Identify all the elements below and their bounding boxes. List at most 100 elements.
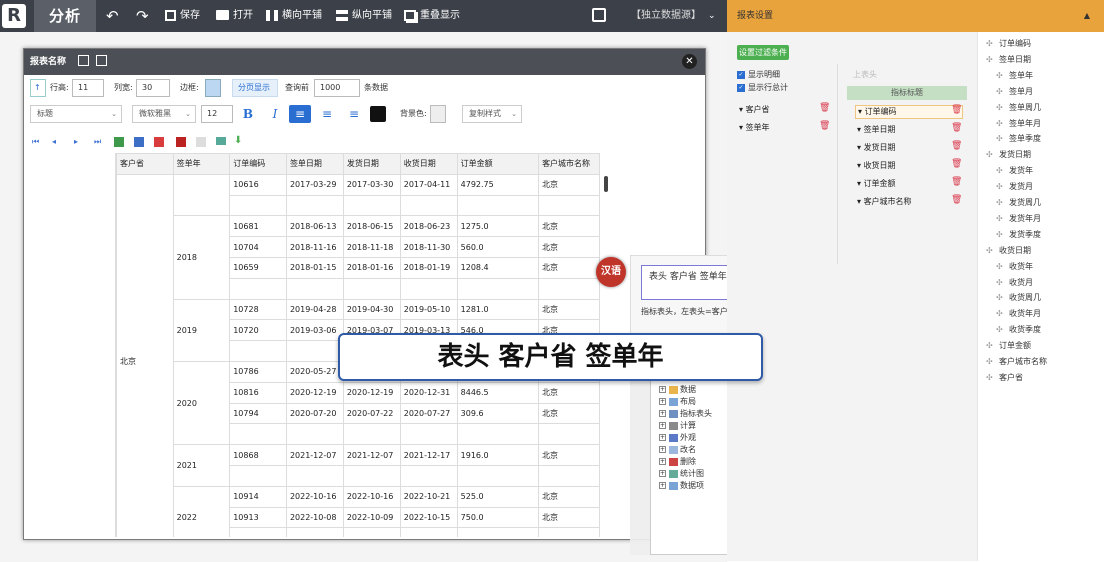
table-cell[interactable]: 10728 (229, 298, 287, 321)
tree-item[interactable]: + 统计图 (659, 468, 704, 480)
show-detail-checkbox[interactable]: ✓ 显示明细 (737, 69, 780, 81)
language-badge[interactable]: 汉语 (596, 257, 626, 287)
field-item[interactable]: ✣ 发货日期 (986, 149, 1031, 161)
move-icon[interactable]: ✣ (996, 324, 1006, 336)
table-cell[interactable]: 10720 (229, 319, 287, 342)
table-cell[interactable]: 北京 (538, 402, 600, 425)
field-item[interactable]: ✣ 收货年 (996, 261, 1033, 273)
move-icon[interactable]: ✣ (996, 86, 1006, 98)
metric-field-item[interactable]: ▾ 订单编码 (855, 105, 963, 119)
move-icon[interactable]: ✣ (996, 261, 1006, 273)
font-color-picker[interactable] (370, 106, 386, 122)
chart-icon[interactable] (216, 137, 226, 145)
table-cell[interactable]: 北京 (538, 173, 600, 196)
field-item[interactable]: ✣ 客户城市名称 (986, 356, 1047, 368)
table-cell[interactable]: 2018-01-19 (399, 256, 458, 279)
table-cell[interactable] (342, 423, 401, 446)
field-item[interactable]: ✣ 签单月 (996, 86, 1033, 98)
table-cell[interactable] (399, 464, 458, 487)
move-icon[interactable]: ✣ (996, 213, 1006, 225)
move-icon[interactable]: ✣ (996, 133, 1006, 145)
table-cell[interactable]: 2020-12-19 (342, 381, 401, 404)
table-cell[interactable]: 309.6 (456, 402, 540, 425)
metric-field-item[interactable]: ▾ 客户城市名称 (857, 196, 912, 208)
header-cell[interactable]: 订单编码 (229, 153, 287, 175)
horizontal-tile-button[interactable]: 横向平铺 (266, 0, 322, 32)
table-cell[interactable]: 1275.0 (456, 215, 540, 238)
table-cell[interactable] (285, 277, 344, 300)
table-cell[interactable]: 2022-10-16 (342, 485, 401, 508)
metric-header-zone[interactable]: 指标标题 (847, 86, 967, 100)
italic-button[interactable]: I (264, 105, 286, 123)
tree-item[interactable]: + 改名 (659, 444, 696, 456)
move-icon[interactable]: ✣ (986, 340, 996, 352)
table-cell[interactable] (538, 464, 600, 487)
table-cell[interactable]: 2020-07-20 (285, 402, 344, 425)
table-cell[interactable]: 北京 (538, 236, 600, 258)
copy-style-select[interactable]: 复制样式 ⌄ (462, 105, 522, 123)
table-cell[interactable] (538, 277, 600, 300)
table-cell[interactable]: 2018-06-13 (285, 215, 344, 238)
move-icon[interactable]: ✣ (986, 245, 996, 257)
table-cell[interactable]: 2017-03-29 (285, 173, 344, 196)
table-cell[interactable] (285, 340, 344, 362)
field-item[interactable]: ✣ 发货周几 (996, 197, 1041, 209)
table-cell[interactable]: 10913 (229, 506, 287, 529)
table-cell[interactable] (456, 464, 540, 487)
table-cell[interactable]: 560.0 (456, 236, 540, 258)
table-cell[interactable] (456, 423, 540, 446)
table-cell[interactable]: 2020-12-19 (285, 381, 344, 404)
field-item[interactable]: ✣ 订单金额 (986, 340, 1031, 352)
table-cell[interactable] (229, 423, 287, 446)
pdf-icon[interactable] (154, 137, 164, 147)
export-icon[interactable] (96, 55, 107, 66)
table-cell[interactable]: 2020-12-31 (399, 381, 458, 404)
field-item[interactable]: ✣ 订单编码 (986, 38, 1031, 50)
field-item[interactable]: ✣ 收货月 (996, 277, 1033, 289)
col-width-input[interactable]: 30 (136, 79, 170, 97)
table-cell[interactable] (399, 277, 458, 300)
print-icon[interactable] (176, 137, 186, 147)
row-height-input[interactable]: 11 (72, 79, 104, 97)
table-cell[interactable]: 北京 (538, 298, 600, 321)
move-icon[interactable]: ✣ (996, 165, 1006, 177)
header-cell[interactable]: 签单日期 (285, 153, 344, 175)
header-cell[interactable]: 收货日期 (399, 153, 458, 175)
table-cell[interactable]: 2020-07-22 (342, 402, 401, 425)
table-cell[interactable]: 2018-11-16 (285, 236, 344, 258)
move-icon[interactable]: ✣ (996, 181, 1006, 193)
table-cell[interactable]: 2022-10-15 (399, 506, 458, 529)
table-cell[interactable]: 2019-04-30 (342, 298, 401, 321)
table-cell[interactable]: 10704 (229, 236, 287, 258)
trash-icon[interactable]: 🗑 (951, 195, 962, 205)
report-title-bar[interactable]: 报表名称 ✕ (24, 49, 705, 75)
move-icon[interactable]: ✣ (996, 70, 1006, 82)
move-icon[interactable]: ✣ (996, 197, 1006, 209)
table-cell[interactable] (229, 194, 287, 217)
table-cell[interactable]: 2020-07-27 (399, 402, 458, 425)
bg-color-picker[interactable] (430, 105, 446, 123)
field-item[interactable]: ✣ 签单年 (996, 70, 1033, 82)
table-cell[interactable]: 10914 (229, 485, 287, 508)
metric-field-item[interactable]: ▾ 签单日期 (857, 124, 896, 136)
move-icon[interactable]: ✣ (986, 356, 996, 368)
row-field-item[interactable]: ▾ 签单年 (739, 122, 770, 134)
table-cell[interactable]: 2022-10-16 (285, 485, 344, 508)
table-cell[interactable] (456, 194, 540, 217)
save-button[interactable]: 保存 (165, 0, 200, 32)
table-cell[interactable]: 1916.0 (456, 444, 540, 466)
table-cell[interactable] (229, 340, 287, 362)
field-item[interactable]: ✣ 发货月 (996, 181, 1033, 193)
align-center-icon[interactable]: ≡ (316, 105, 338, 123)
table-cell[interactable] (285, 194, 344, 217)
header-cell[interactable]: 客户城市名称 (538, 153, 600, 175)
download-icon[interactable]: ⬇ (234, 135, 242, 146)
arrow-up-icon[interactable]: ↑ (30, 79, 46, 97)
chevron-down-icon[interactable]: ⌄ (708, 0, 716, 32)
sql-view-button[interactable] (592, 0, 610, 32)
font-select[interactable]: 微软雅黑 ⌄ (132, 105, 196, 123)
table-cell[interactable] (342, 194, 401, 217)
field-item[interactable]: ✣ 发货年 (996, 165, 1033, 177)
table-cell[interactable] (229, 277, 287, 300)
tree-item[interactable]: + 布局 (659, 396, 696, 408)
